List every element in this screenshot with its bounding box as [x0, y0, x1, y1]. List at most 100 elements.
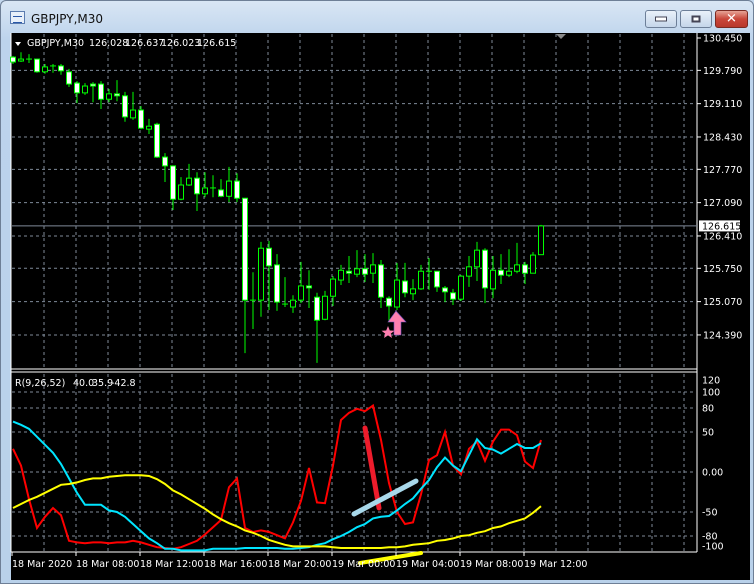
drawn-lightblue-trendline[interactable] [351, 478, 419, 517]
chart-shift-marker-icon[interactable] [556, 34, 566, 39]
candle-body-bull [290, 299, 296, 308]
time-axis-label: 19 Mar 04:00 [396, 559, 459, 570]
candle [530, 252, 536, 274]
candle-body-bear [362, 268, 368, 275]
candle-body-bull [514, 264, 520, 272]
indicator-level-label: 80 [702, 404, 714, 415]
candle [18, 52, 24, 63]
candle [274, 254, 280, 311]
candle [106, 88, 112, 103]
candle-body-bear [450, 292, 456, 300]
candle-body-bull [394, 279, 400, 308]
candle-body-bull [490, 269, 496, 290]
candle-body-bull [530, 254, 536, 274]
candle [90, 82, 96, 103]
candle-body-bull [330, 278, 336, 297]
candle-body-bull [354, 268, 360, 275]
candle [66, 68, 72, 87]
candle-body-bear [138, 109, 144, 129]
candle [234, 173, 240, 203]
candle-body-bear [386, 297, 392, 307]
candle-body-bear [66, 71, 72, 85]
indicator-value-1: 40.0 [73, 378, 94, 389]
candle [218, 179, 224, 198]
candle-body-bull [458, 275, 464, 300]
candle [50, 63, 56, 73]
time-axis: 18 Mar 2020 18 Mar 08:00 18 Mar 12:00 18 Ma… [11, 552, 587, 570]
candle-body-bear [98, 83, 104, 100]
time-axis-label: 18 Mar 2020 [12, 559, 72, 570]
candle [306, 270, 312, 308]
indicator-lines [12, 403, 542, 552]
candle [410, 279, 416, 301]
candle [146, 118, 152, 135]
candle-body-bull [18, 58, 24, 62]
candle [354, 250, 360, 278]
candle [162, 153, 168, 183]
price-axis-label: 127.770 [703, 165, 742, 176]
candle-body-bull [506, 270, 512, 276]
chart-svg[interactable]: GBPJPY,M30 126.028 126.637 126.023 126.6… [0, 0, 754, 584]
candle [482, 248, 488, 304]
drawn-red-trendline[interactable] [362, 425, 382, 511]
candle [82, 83, 88, 95]
candle [290, 295, 296, 313]
candle [450, 288, 456, 306]
indicator-line-cyan [12, 420, 542, 552]
candle-body-bear [402, 280, 408, 294]
candle-body-bear [378, 264, 384, 298]
indicator-line-red [12, 403, 542, 550]
candle-body-bear [10, 56, 16, 63]
candle-body-bear [170, 165, 176, 200]
star-icon[interactable] [381, 326, 395, 338]
candle [474, 241, 480, 282]
candle [42, 63, 48, 74]
indicator-level-label: -100 [702, 542, 724, 553]
candle-body-bear [522, 264, 528, 274]
candle [154, 122, 160, 159]
candle-body-bear [274, 264, 280, 303]
candle-body-bear [434, 270, 440, 288]
candle [394, 262, 400, 310]
time-axis-label: 19 Mar 00:00 [332, 559, 395, 570]
indicator-level-label: 50 [702, 428, 714, 439]
time-axis-label: 18 Mar 12:00 [140, 559, 203, 570]
candle [442, 285, 448, 303]
candle [514, 242, 520, 274]
candle [178, 177, 184, 201]
candle [114, 80, 120, 102]
candle-body-bear [154, 123, 160, 158]
price-axis-label: 128.430 [703, 132, 742, 143]
candle [130, 91, 136, 120]
indicator-value-2: 35.9 [92, 378, 113, 389]
candle-body-bear [122, 95, 128, 118]
candle [122, 91, 128, 122]
candle [370, 253, 376, 283]
candle-body-bear [242, 197, 248, 301]
candle [226, 166, 232, 203]
candle-body-bear [234, 180, 240, 199]
candle [170, 165, 176, 210]
candle [26, 54, 32, 63]
candle-body-bear [194, 177, 200, 195]
header-symbol: GBPJPY,M30 [27, 38, 84, 49]
header-open: 126.028 [89, 38, 128, 49]
candles [10, 52, 544, 363]
candle-body-bull [338, 269, 344, 281]
candle [138, 106, 144, 130]
candle-body-bear [34, 58, 40, 73]
indicator-level-label: 100 [702, 388, 720, 399]
indicator-name: R(9,26,52) [15, 378, 65, 389]
price-axis-label: 125.070 [703, 297, 742, 308]
candle-body-bull [146, 125, 152, 130]
candle [434, 270, 440, 292]
current-price-label: 126.615 [702, 221, 741, 232]
candle-body-bear [306, 285, 312, 289]
candle-body-bear [90, 83, 96, 87]
time-axis-label: 18 Mar 08:00 [76, 559, 139, 570]
candle-body-bear [482, 249, 488, 289]
candle-body-bear [74, 82, 80, 94]
candle-body-bull [130, 109, 136, 119]
collapse-triangle-icon[interactable] [15, 42, 21, 46]
price-axis-label: 129.110 [703, 99, 742, 110]
